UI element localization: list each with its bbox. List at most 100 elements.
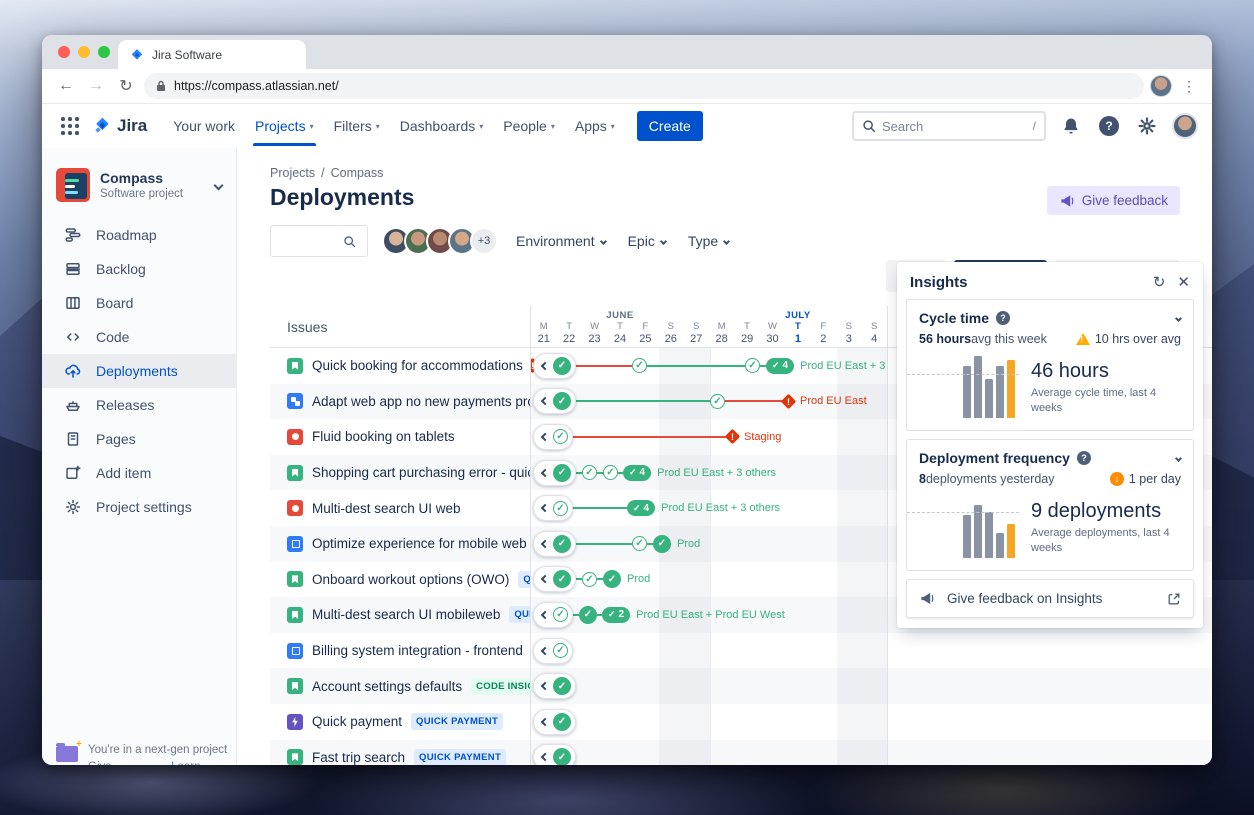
settings-gear-icon[interactable]: [1134, 113, 1160, 139]
help-icon[interactable]: ?: [1077, 451, 1091, 465]
issue-search-field[interactable]: [270, 225, 368, 257]
breadcrumb-projects[interactable]: Projects: [270, 166, 315, 180]
deployment-pill[interactable]: [533, 495, 573, 521]
chevron-down-icon[interactable]: [1175, 314, 1182, 321]
issue-cell[interactable]: Onboard workout options (OWO) QUICK PAYME…: [270, 562, 530, 598]
issue-title[interactable]: Multi-dest search UI mobileweb: [312, 607, 500, 622]
deployment-pill[interactable]: [533, 460, 576, 486]
help-icon[interactable]: ?: [996, 311, 1010, 325]
back-button[interactable]: ←: [54, 74, 78, 98]
sidebar-item-roadmap[interactable]: Roadmap: [42, 218, 236, 252]
deployment-pill[interactable]: [533, 744, 576, 765]
issue-title[interactable]: Billing system integration - frontend: [312, 643, 523, 658]
insights-feedback-button[interactable]: Give feedback on Insights: [906, 579, 1194, 618]
issue-cell[interactable]: Fast trip search QUICK PAYMENT: [270, 740, 530, 765]
issue-title[interactable]: Account settings defaults: [312, 679, 462, 694]
issue-title[interactable]: Shopping cart purchasing error - quick f…: [312, 465, 530, 480]
issue-title[interactable]: Quick payment: [312, 714, 402, 729]
issue-cell[interactable]: Quick booking for accommodationsQUICK PA…: [270, 348, 530, 384]
search-input[interactable]: [882, 119, 1027, 134]
deployment-count-badge[interactable]: 2: [602, 607, 630, 623]
browser-profile-avatar[interactable]: [1150, 75, 1172, 97]
jira-logo[interactable]: Jira: [92, 116, 147, 136]
issue-title[interactable]: Adapt web app no new payments provider: [312, 394, 530, 409]
zoom-window-button[interactable]: [98, 46, 110, 58]
deployment-pill[interactable]: [533, 673, 576, 699]
browser-tab[interactable]: Jira Software: [118, 40, 306, 69]
issue-cell[interactable]: Multi-dest search UI mobileweb QUICK PAYM…: [270, 597, 530, 633]
global-search[interactable]: /: [852, 111, 1046, 141]
reload-button[interactable]: ↻: [114, 74, 138, 98]
issue-title[interactable]: Optimize experience for mobile web: [312, 536, 527, 551]
deployment-pill[interactable]: [533, 638, 573, 664]
issue-cell[interactable]: Quick payment QUICK PAYMENT: [270, 704, 530, 740]
issue-cell[interactable]: Adapt web app no new payments provider: [270, 384, 530, 420]
issue-label-badge[interactable]: QUICK PAYMENT: [411, 713, 503, 730]
sidebar-item-project-settings[interactable]: Project settings: [42, 490, 236, 524]
sidebar-item-deployments[interactable]: Deployments: [42, 354, 236, 388]
close-window-button[interactable]: [58, 46, 70, 58]
refresh-icon[interactable]: ↻: [1153, 273, 1166, 291]
nav-item-people[interactable]: People▾: [495, 106, 563, 146]
issue-label-badge[interactable]: QUICK PAYMENT: [509, 606, 530, 623]
issue-title[interactable]: Fast trip search: [312, 750, 405, 765]
minimize-window-button[interactable]: [78, 46, 90, 58]
issue-cell[interactable]: Optimize experience for mobile webCODE I…: [270, 526, 530, 562]
nav-item-apps[interactable]: Apps▾: [567, 106, 623, 146]
issue-title[interactable]: Multi-dest search UI web: [312, 501, 461, 516]
sidebar-item-add-item[interactable]: Add item: [42, 456, 236, 490]
roadmap-icon: [64, 226, 82, 244]
nav-item-dashboards[interactable]: Dashboards▾: [392, 106, 492, 146]
issue-cell[interactable]: Multi-dest search UI web: [270, 490, 530, 526]
issue-label-badge[interactable]: QUICK PAYMENT: [414, 749, 506, 765]
deployment-pill[interactable]: [533, 566, 576, 592]
forward-button[interactable]: →: [84, 74, 108, 98]
deployment-pill[interactable]: [533, 388, 576, 414]
deployment-count-badge[interactable]: 4: [766, 358, 794, 374]
issue-title[interactable]: Quick booking for accommodations: [312, 358, 523, 373]
notifications-bell-icon[interactable]: [1058, 113, 1084, 139]
deployment-pill[interactable]: [533, 602, 573, 628]
create-button[interactable]: Create: [637, 111, 703, 141]
give-feedback-button[interactable]: Give feedback: [1047, 186, 1180, 215]
type-filter-dropdown[interactable]: Type: [684, 227, 733, 255]
issue-cell[interactable]: Fluid booking on tablets: [270, 419, 530, 455]
deployment-pill[interactable]: [533, 353, 576, 379]
deployment-pill[interactable]: [533, 709, 576, 735]
sidebar-learn-more-link[interactable]: Learn more: [171, 761, 228, 765]
user-avatar[interactable]: [1172, 113, 1198, 139]
assignee-avatars[interactable]: +3: [382, 227, 498, 255]
address-bar[interactable]: https://compass.atlassian.net/: [144, 73, 1144, 99]
sidebar-item-board[interactable]: Board: [42, 286, 236, 320]
browser-menu-icon[interactable]: ⋮: [1178, 78, 1200, 95]
deployment-pill[interactable]: [533, 531, 576, 557]
nav-item-projects[interactable]: Projects▾: [247, 106, 322, 146]
issue-cell[interactable]: Account settings defaults CODE INSIGHTS: [270, 668, 530, 704]
breadcrumb-compass[interactable]: Compass: [331, 166, 384, 180]
project-switcher[interactable]: Compass Software project: [42, 162, 236, 218]
environment-filter-dropdown[interactable]: Environment: [512, 227, 610, 255]
issue-title[interactable]: Onboard workout options (OWO): [312, 572, 509, 587]
sidebar-give-feedback-link[interactable]: Give feedback: [88, 761, 159, 765]
help-icon[interactable]: ?: [1096, 113, 1122, 139]
avatar-overflow-badge[interactable]: +3: [470, 227, 498, 255]
deployment-pill[interactable]: [533, 424, 573, 450]
issue-cell[interactable]: Billing system integration - frontendQUI…: [270, 633, 530, 669]
close-icon[interactable]: ✕: [1177, 273, 1190, 291]
sidebar-item-backlog[interactable]: Backlog: [42, 252, 236, 286]
chevron-down-icon[interactable]: [1175, 454, 1182, 461]
deployment-count-badge[interactable]: 4: [627, 500, 655, 516]
sidebar-item-code[interactable]: Code: [42, 320, 236, 354]
sidebar-item-releases[interactable]: Releases: [42, 388, 236, 422]
app-switcher-icon[interactable]: [56, 112, 84, 140]
nav-item-filters[interactable]: Filters▾: [326, 106, 388, 146]
issue-label-badge[interactable]: CODE INSIGHTS: [471, 678, 530, 695]
nav-item-your-work[interactable]: Your work: [165, 106, 243, 146]
deployment-count-badge[interactable]: 4: [623, 465, 651, 481]
sidebar-item-pages[interactable]: Pages: [42, 422, 236, 456]
issue-title[interactable]: Fluid booking on tablets: [312, 429, 455, 444]
issue-label-badge[interactable]: QUICK PAYMENT: [518, 571, 530, 588]
epic-filter-dropdown[interactable]: Epic: [624, 227, 670, 255]
issue-cell[interactable]: Shopping cart purchasing error - quick f…: [270, 455, 530, 491]
issue-search-input[interactable]: [279, 234, 343, 249]
